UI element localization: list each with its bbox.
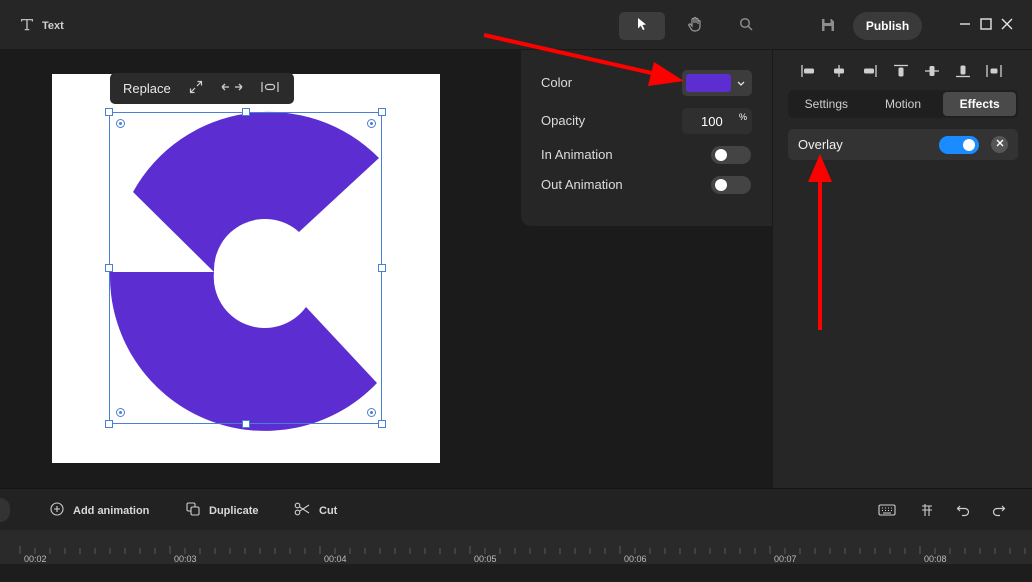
close-icon [996,139,1004,150]
app-title-label: Text [42,19,64,32]
split-icon[interactable] [918,502,936,518]
timeline-tick-label: 00:02 [24,554,47,564]
opacity-value: 100 [701,114,723,129]
align-left-icon[interactable] [799,62,816,79]
tab-motion[interactable]: Motion [867,92,940,116]
align-middle-vertical-icon[interactable] [923,62,940,79]
overlay-toggle[interactable] [939,136,979,154]
align-bottom-icon[interactable] [954,62,971,79]
opacity-unit: % [739,112,748,122]
timeline-tick-label: 00:03 [174,554,197,564]
resize-handle-top[interactable] [242,108,250,116]
save-icon[interactable] [820,17,836,38]
publish-button[interactable]: Publish [853,12,922,40]
properties-panel: Color Opacity 100 % In Animation Out Ani… [521,50,772,226]
right-panel: Settings Motion Effects Overlay [772,50,1032,488]
tab-settings[interactable]: Settings [790,92,863,116]
flip-horizontal-icon[interactable] [221,81,243,96]
align-right-icon[interactable] [861,62,878,79]
opacity-input[interactable]: 100 % [682,108,752,134]
cut-label: Cut [319,504,338,517]
replace-button[interactable]: Replace [123,81,171,96]
maximize-icon[interactable] [977,15,995,33]
in-animation-label: In Animation [541,147,613,162]
corner-radius-handle[interactable] [367,119,376,128]
corner-radius-handle[interactable] [367,408,376,417]
duplicate-button[interactable]: Duplicate [186,502,259,519]
add-animation-label: Add animation [73,504,150,517]
cut-button[interactable]: Cut [294,502,337,519]
color-swatch [686,74,731,92]
logo-lower-arc [109,272,378,431]
close-icon[interactable] [998,15,1016,33]
text-tool-icon [20,17,34,34]
resize-handle-bottom-right[interactable] [378,420,386,428]
resize-handle-bottom[interactable] [242,420,250,428]
logo-upper-arc [133,111,379,272]
expand-icon[interactable] [189,80,203,97]
resize-handle-left[interactable] [105,264,113,272]
resize-handle-top-right[interactable] [378,108,386,116]
chevron-down-icon [736,76,746,94]
keyboard-icon[interactable] [878,502,896,518]
distribute-horizontal-icon[interactable] [985,62,1002,79]
ruler-ticks [19,546,1026,554]
app-title: Text [20,17,64,34]
panel-tabs: Settings Motion Effects [788,90,1018,118]
hand-tool-button[interactable] [672,12,718,40]
color-label: Color [541,75,573,90]
overlay-label: Overlay [798,137,843,152]
align-top-icon[interactable] [892,62,909,79]
timeline-tick-label: 00:05 [474,554,497,564]
scissors-icon [294,502,310,519]
context-toolbar: Replace [110,73,294,104]
overlay-effect-row: Overlay [788,129,1018,160]
zoom-tool-button[interactable] [723,12,769,40]
timeline-tick-label: 00:07 [774,554,797,564]
tab-effects[interactable]: Effects [943,92,1017,116]
in-animation-toggle[interactable] [711,146,751,164]
redo-icon[interactable] [990,502,1008,518]
resize-handle-top-left[interactable] [105,108,113,116]
timeline[interactable]: 00:02 00:03 00:04 00:05 00:06 00:07 00:0… [0,530,1032,582]
align-center-horizontal-icon[interactable] [830,62,847,79]
fit-width-icon[interactable] [261,81,279,96]
search-icon [739,17,753,36]
out-animation-label: Out Animation [541,177,623,192]
hand-icon [687,16,703,37]
color-picker[interactable] [682,70,752,96]
timeline-ruler[interactable]: 00:02 00:03 00:04 00:05 00:06 00:07 00:0… [0,530,1032,564]
timeline-tick-label: 00:08 [924,554,947,564]
duplicate-label: Duplicate [209,504,259,517]
remove-overlay-button[interactable] [991,136,1008,153]
top-bar: Text Publish [0,0,1032,50]
corner-radius-handle[interactable] [116,408,125,417]
undo-icon[interactable] [954,502,972,518]
plus-circle-icon [50,502,64,519]
resize-handle-bottom-left[interactable] [105,420,113,428]
out-animation-toggle[interactable] [711,176,751,194]
bottom-toolbar: Add animation Duplicate Cut [0,488,1032,530]
opacity-label: Opacity [541,113,586,128]
add-animation-button[interactable]: Add animation [50,502,149,519]
timeline-tick-label: 00:04 [324,554,347,564]
align-toolbar [799,62,1002,79]
resize-handle-right[interactable] [378,264,386,272]
duplicate-icon [186,502,200,519]
cursor-arrow-icon [635,17,649,36]
select-tool-button[interactable] [619,12,665,40]
minimize-icon[interactable] [956,15,974,33]
collapse-handle[interactable] [0,498,10,522]
corner-radius-handle[interactable] [116,119,125,128]
timeline-tick-label: 00:06 [624,554,647,564]
